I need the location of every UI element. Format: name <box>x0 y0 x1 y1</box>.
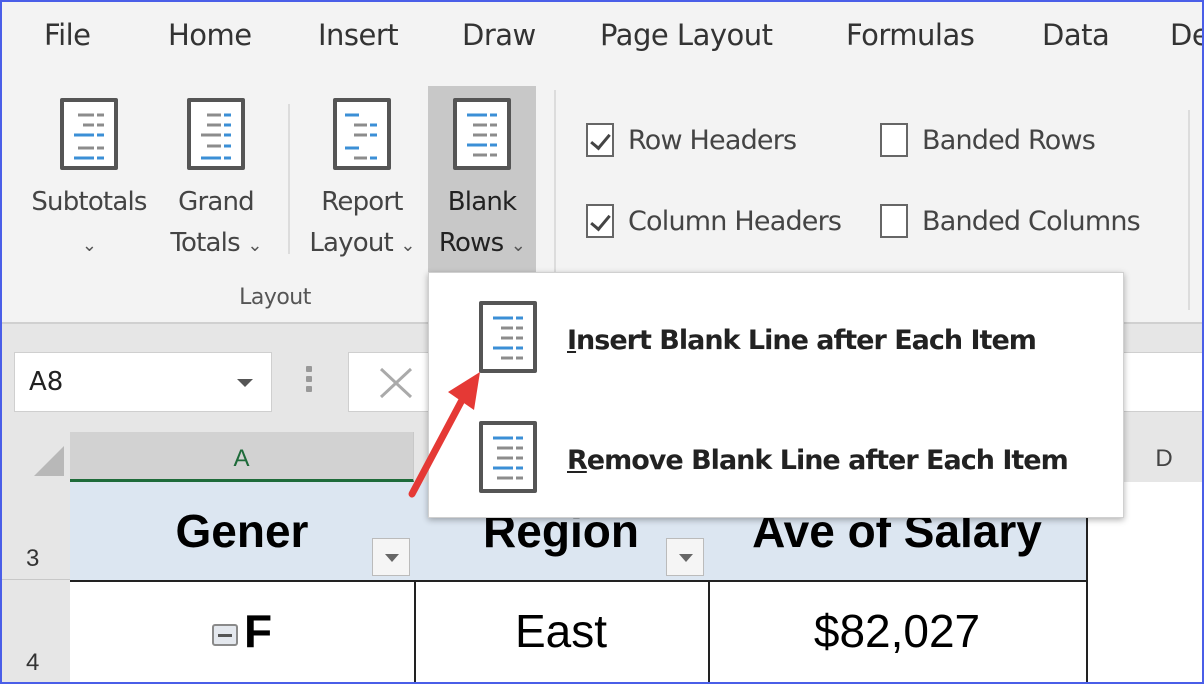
chevron-down-icon: ⌄ <box>510 235 526 256</box>
row-header-3[interactable]: 3 <box>0 482 70 580</box>
ribbon-tabs: File Home Insert Draw Page Layout Formul… <box>0 18 1204 68</box>
report-layout-button[interactable]: Report Layout ⌄ <box>300 86 424 272</box>
column-headers-checkbox[interactable]: Column Headers <box>586 203 842 239</box>
blank-rows-label-1: Blank <box>447 187 517 217</box>
banded-rows-label: Banded Rows <box>922 124 1096 156</box>
blank-rows-button[interactable]: Blank Rows ⌄ <box>428 86 536 272</box>
blank-rows-label-2: Rows <box>438 228 504 258</box>
menu-label-text: nsert Blank Line after Each Item <box>576 325 1037 356</box>
row-headers-label: Row Headers <box>628 124 797 156</box>
chevron-down-icon: ⌄ <box>400 235 415 256</box>
grand-totals-icon <box>187 98 245 170</box>
group-separator <box>1188 110 1190 310</box>
tab-page-layout[interactable]: Page Layout <box>600 18 773 52</box>
collapse-icon[interactable] <box>211 623 238 646</box>
filter-dropdown-button[interactable] <box>372 538 410 576</box>
grand-totals-label-1: Grand <box>178 187 255 217</box>
checkbox-unchecked-icon <box>880 123 908 157</box>
table-cell[interactable]: $82,027 <box>708 580 1088 684</box>
menu-label-text: emove Blank Line after Each Item <box>586 445 1069 476</box>
table-cell[interactable]: F <box>70 580 416 684</box>
tab-insert[interactable]: Insert <box>318 18 399 52</box>
banded-rows-checkbox[interactable]: Banded Rows <box>880 122 1096 158</box>
subtotals-icon <box>60 98 118 170</box>
insert-blank-line-icon <box>479 301 537 373</box>
accelerator-key: I <box>567 325 577 356</box>
grand-totals-button[interactable]: Grand Totals ⌄ <box>160 86 272 272</box>
tab-home[interactable]: Home <box>168 18 252 52</box>
checkbox-checked-icon <box>586 204 614 238</box>
resize-handle-icon[interactable] <box>306 366 314 396</box>
dropdown-arrow-icon[interactable] <box>237 379 253 387</box>
blank-rows-menu: Insert Blank Line after Each Item Remove… <box>428 272 1124 518</box>
accelerator-key: R <box>567 445 588 476</box>
tab-draw[interactable]: Draw <box>462 18 536 52</box>
gender-value: F <box>243 605 273 657</box>
tab-formulas[interactable]: Formulas <box>846 18 975 52</box>
region-value: East <box>514 605 608 657</box>
subtotals-button[interactable]: Subtotals ⌄ <box>22 86 156 272</box>
banded-columns-checkbox[interactable]: Banded Columns <box>880 203 1141 239</box>
column-headers-label: Column Headers <box>628 205 842 237</box>
subtotals-label: Subtotals <box>31 187 147 217</box>
tab-design[interactable]: De <box>1170 18 1204 52</box>
row-number: 3 <box>26 545 40 572</box>
remove-blank-line-label: Remove Blank Line after Each Item <box>567 445 1069 476</box>
tab-file[interactable]: File <box>44 18 91 52</box>
layout-group-label: Layout <box>239 285 311 310</box>
pivot-header-cell[interactable]: Gener <box>70 482 416 582</box>
chevron-down-icon: ⌄ <box>247 235 262 256</box>
report-layout-label-2: Layout <box>309 228 393 258</box>
grand-totals-label-2: Totals <box>170 228 240 258</box>
tab-data[interactable]: Data <box>1042 18 1110 52</box>
group-separator <box>288 104 290 254</box>
salary-value: $82,027 <box>813 605 981 657</box>
gender-header: Gener <box>175 505 309 557</box>
remove-blank-line-icon <box>479 421 537 493</box>
report-layout-icon <box>333 98 391 170</box>
close-icon <box>379 367 413 399</box>
name-box-value: A8 <box>29 367 64 397</box>
name-box[interactable]: A8 <box>14 352 272 412</box>
checkbox-unchecked-icon <box>880 204 908 238</box>
blank-rows-icon <box>453 98 511 170</box>
table-cell[interactable]: East <box>414 580 710 684</box>
row-headers-checkbox[interactable]: Row Headers <box>586 122 797 158</box>
row-header-4[interactable]: 4 <box>0 580 70 684</box>
row-number: 4 <box>26 649 40 676</box>
banded-columns-label: Banded Columns <box>922 205 1141 237</box>
remove-blank-line-item[interactable]: Remove Blank Line after Each Item <box>429 393 1123 503</box>
filter-dropdown-button[interactable] <box>666 538 704 576</box>
insert-blank-line-label: Insert Blank Line after Each Item <box>567 325 1037 356</box>
chevron-down-icon: ⌄ <box>81 235 97 256</box>
select-all-button[interactable] <box>0 432 70 482</box>
report-layout-label-1: Report <box>321 187 403 217</box>
column-header-a[interactable]: A <box>70 432 414 482</box>
insert-blank-line-item[interactable]: Insert Blank Line after Each Item <box>429 273 1123 383</box>
checkbox-checked-icon <box>586 123 614 157</box>
